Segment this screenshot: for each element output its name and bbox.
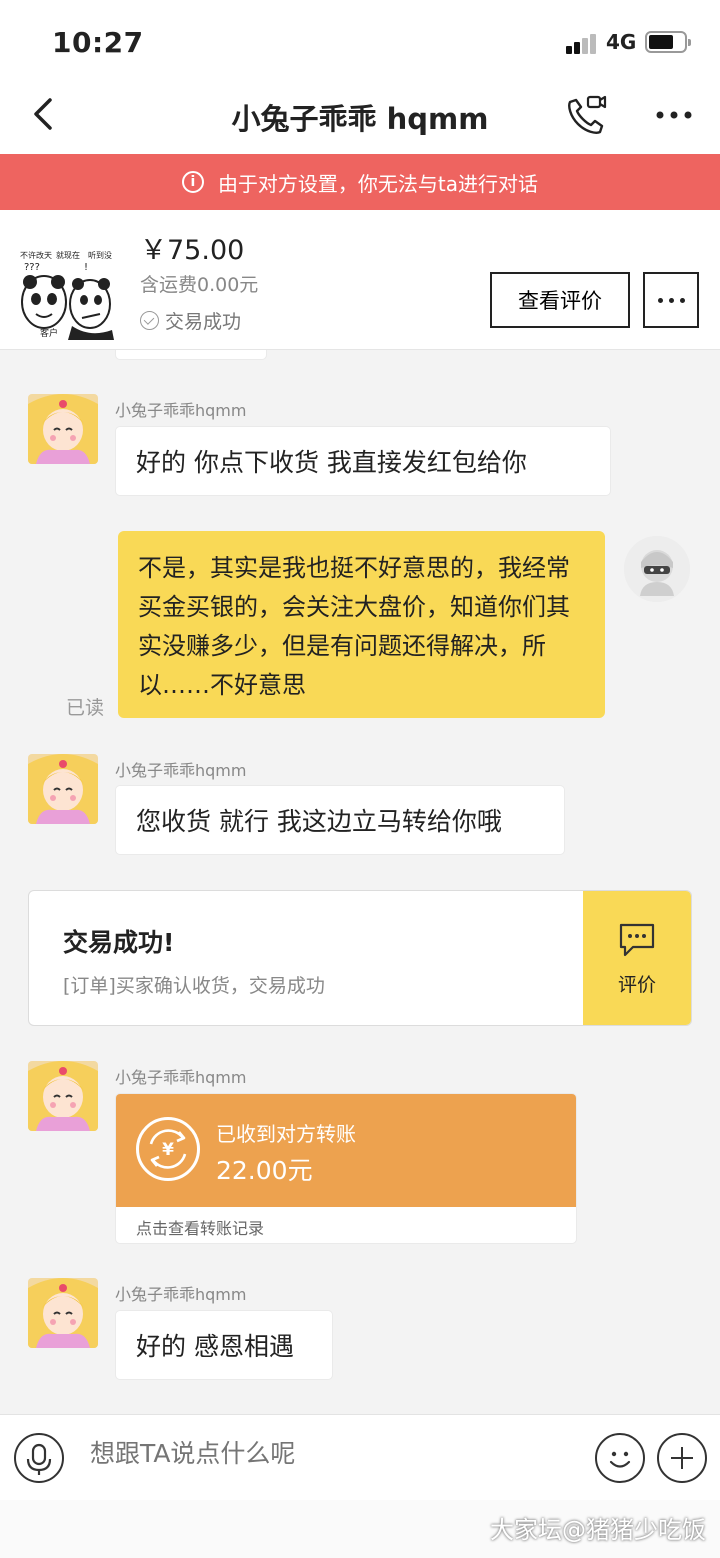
thumb-text-4: 客户	[40, 327, 58, 339]
transfer-card[interactable]: ¥ 已收到对方转账 22.00元 点击查看转账记录	[115, 1093, 577, 1244]
video-call-icon[interactable]	[562, 92, 608, 138]
mic-icon[interactable]	[14, 1433, 64, 1483]
sender-name: 小兔子乖乖hqmm	[115, 401, 247, 420]
status-time: 10:27	[52, 26, 144, 59]
battery-icon	[645, 31, 691, 53]
product-shipping: 含运费0.00元	[140, 274, 259, 296]
svg-text:???: ???	[24, 262, 40, 273]
plus-icon[interactable]	[657, 1433, 707, 1483]
message-bubble[interactable]: 您收货 就行 我这边立马转给你哦	[115, 785, 565, 855]
status-bar: 10:27 4G	[0, 0, 720, 80]
svg-text:!: !	[84, 262, 88, 273]
message-bubble[interactable]: 好的 你点下收货 我直接发红包给你	[115, 426, 611, 496]
thumb-text-3: 听到没	[88, 250, 112, 260]
message-bubble[interactable]: 好的 感恩相遇	[115, 1310, 333, 1380]
trade-success-card[interactable]: 交易成功! [订单]买家确认收货，交易成功 评价	[28, 890, 692, 1026]
more-icon[interactable]	[652, 100, 696, 130]
banner-text: 由于对方设置，你无法与ta进行对话	[217, 171, 539, 196]
nav-bar: 小兔子乖乖 hqmm	[0, 80, 720, 154]
product-thumbnail[interactable]: 不许改天 就现在 听到没 ??? ! 客户	[18, 244, 118, 340]
emoji-icon[interactable]	[595, 1433, 645, 1483]
avatar[interactable]	[28, 754, 98, 824]
signal-icon	[566, 32, 602, 54]
thumb-text-1: 不许改天	[20, 250, 52, 260]
avatar[interactable]	[28, 394, 98, 464]
more-dots-icon	[657, 297, 685, 303]
product-card[interactable]: 不许改天 就现在 听到没 ??? ! 客户 ￥75.00 含运费0.00元 交易…	[0, 210, 720, 350]
sender-name: 小兔子乖乖hqmm	[115, 1285, 247, 1304]
message-bubble-partial	[115, 350, 267, 360]
chat-eval-icon	[617, 921, 657, 964]
avatar[interactable]	[28, 1061, 98, 1131]
product-price: ￥75.00	[140, 235, 245, 266]
network-label: 4G	[606, 30, 637, 54]
trade-subtitle: [订单]买家确认收货，交易成功	[63, 975, 325, 997]
evaluate-button[interactable]: 评价	[583, 891, 691, 1025]
product-status-text: 交易成功	[165, 311, 242, 333]
back-icon[interactable]	[26, 92, 66, 140]
my-avatar[interactable]	[624, 536, 690, 602]
transfer-record-link[interactable]: 点击查看转账记录	[136, 1215, 264, 1239]
watermark: 大家坛@猪猪少吃饭	[490, 1516, 706, 1544]
page-title: 小兔子乖乖 hqmm	[231, 102, 489, 136]
view-review-button[interactable]: 查看评价	[490, 272, 630, 328]
transfer-amount: 22.00元	[216, 1156, 313, 1185]
restriction-banner: i 由于对方设置，你无法与ta进行对话	[0, 154, 720, 210]
transfer-label: 已收到对方转账	[216, 1122, 356, 1146]
info-icon: i	[181, 171, 204, 193]
read-receipt: 已读	[66, 697, 105, 719]
evaluate-label: 评价	[617, 974, 656, 996]
my-message-bubble[interactable]: 不是，其实是我也挺不好意思的，我经常买金买银的，会关注大盘价，知道你们其实没赚多…	[118, 531, 605, 718]
svg-text:¥: ¥	[162, 1140, 174, 1160]
avatar[interactable]	[28, 1278, 98, 1348]
product-status: 交易成功	[140, 307, 241, 334]
trade-title: 交易成功!	[63, 928, 175, 957]
check-circle-icon	[140, 311, 159, 330]
sender-name: 小兔子乖乖hqmm	[115, 761, 247, 780]
input-bar	[0, 1414, 720, 1500]
sender-name: 小兔子乖乖hqmm	[115, 1068, 247, 1087]
yuan-transfer-icon: ¥	[136, 1117, 200, 1181]
thumb-text-2: 就现在	[56, 250, 80, 260]
message-input[interactable]	[90, 1439, 570, 1468]
product-more-button[interactable]	[643, 272, 699, 328]
